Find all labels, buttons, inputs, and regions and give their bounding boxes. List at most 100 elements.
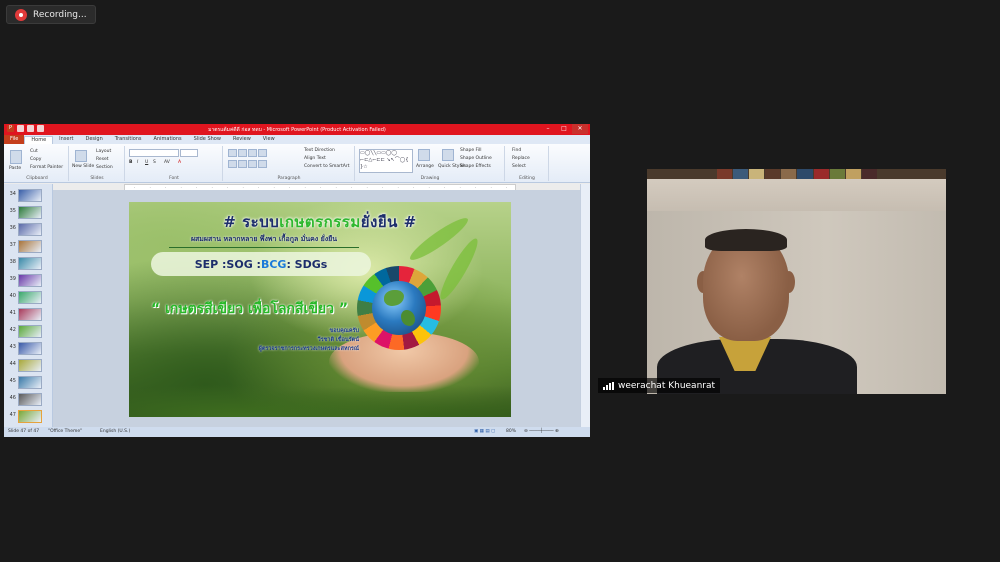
tab-animations[interactable]: Animations [148,135,188,144]
paste-button[interactable]: Paste [9,166,21,171]
reset-button[interactable]: Reset [96,157,109,162]
slides-label: Slides [90,176,104,181]
slide-thumbnail[interactable]: 41 [7,307,50,321]
slide-thumbnail[interactable]: 36 [7,222,50,236]
slide-title-suffix: ยั่งยืน # [360,213,417,231]
font-label: Font [169,176,179,181]
bullets-icon[interactable] [228,149,237,157]
slide-thumbnail[interactable]: 39 [7,273,50,287]
font-color-button[interactable]: A [178,160,181,165]
increase-indent-icon[interactable] [258,149,267,157]
tab-home[interactable]: Home [24,135,54,144]
slide-thumbnail-number: 40 [9,293,16,299]
paragraph-group: Text Direction Align Text Convert to Sma… [224,146,355,181]
bcg-label: BCG [260,257,287,271]
numbering-icon[interactable] [238,149,247,157]
font-size-select[interactable] [180,149,198,157]
section-button[interactable]: Section [96,165,113,170]
align-text-button[interactable]: Align Text [304,156,326,161]
close-button[interactable]: ✕ [572,124,588,134]
align-right-icon[interactable] [248,160,257,168]
convert-smartart-button[interactable]: Convert to SmartArt [304,164,349,169]
slide-thumbnails-pane[interactable]: 34 35 36 37 38 39 40 41 42 43 44 45 46 47 [4,184,53,427]
tab-view[interactable]: View [257,135,281,144]
status-bar: Slide 47 of 47 "Office Theme" English (U… [4,427,590,437]
editing-group: Find Replace Select Editing [506,146,549,181]
slide-thumbnail-image [18,359,42,372]
font-name-select[interactable] [129,149,179,157]
find-button[interactable]: Find [512,148,521,153]
maximize-button[interactable]: □ [556,124,572,134]
shape-outline-button[interactable]: Shape Outline [460,156,492,161]
underline-button[interactable]: U [145,160,148,165]
select-button[interactable]: Select [512,164,526,169]
format-painter-button[interactable]: Format Painter [30,165,63,170]
credit-name: วีรชาติ เขื่อนรัตน์ [317,337,359,343]
sdgs-label: : SDGs [286,257,328,271]
new-slide-button[interactable]: New Slide [72,164,94,169]
text-direction-button[interactable]: Text Direction [304,148,335,153]
sep-label: SEP : [194,257,227,271]
credit-position: ผู้ตรวจราชการกระทรวงเกษตรและสหกรณ์ [258,346,359,352]
slide-thumbnail-image [18,223,42,236]
slide-thumbnail[interactable]: 40 [7,290,50,304]
decrease-indent-icon[interactable] [248,149,257,157]
layout-button[interactable]: Layout [96,149,111,154]
arrange-icon[interactable] [418,149,430,161]
slide-thumbnail[interactable]: 45 [7,375,50,389]
paste-icon[interactable] [10,150,22,164]
tab-slide-show[interactable]: Slide Show [188,135,227,144]
shapes-gallery[interactable]: ▭◯╲╲▭▭◯◯ ⌐⊏△⌐⊏⊏ ↘↖⌒◯{ }☆ [359,149,413,173]
italic-button[interactable]: I [137,160,138,165]
slide-thumbnail[interactable]: 42 [7,324,50,338]
recording-indicator[interactable]: Recording... [6,5,96,24]
arrange-button[interactable]: Arrange [416,164,434,169]
shape-effects-button[interactable]: Shape Effects [460,164,491,169]
slides-group: New Slide Layout Reset Section Slides [70,146,125,181]
vertical-scrollbar[interactable] [580,184,590,427]
shape-fill-button[interactable]: Shape Fill [460,148,482,153]
participant-video[interactable] [647,169,946,394]
zoom-slider[interactable]: ⊖ ────┼──── ⊕ [524,429,559,434]
copy-button[interactable]: Copy [30,157,41,162]
font-group: B I U S AV A Font [126,146,223,181]
tab-transitions[interactable]: Transitions [109,135,148,144]
signal-strength-icon [603,381,614,390]
minimize-button[interactable]: – [540,124,556,134]
strikethrough-button[interactable]: S [153,160,156,165]
participant-name-tag: weerachat Khueanrat [598,378,721,393]
slide-thumbnail[interactable]: 43 [7,341,50,355]
justify-icon[interactable] [258,160,267,168]
slide-thumbnail[interactable]: 37 [7,239,50,253]
ribbon-tabs: File Home Insert Design Transitions Anim… [4,135,590,144]
zoom-level[interactable]: 80% [506,429,516,434]
language[interactable]: English (U.S.) [100,429,130,434]
slide-thumbnail[interactable]: 47 [7,409,50,423]
new-slide-icon[interactable] [75,150,87,162]
slide-thumbnail[interactable]: 34 [7,188,50,202]
current-slide[interactable]: # ระบบเกษตรกรรมยั่งยืน # ผสมผสาน หลากหลา… [129,202,511,417]
replace-button[interactable]: Replace [512,156,530,161]
slide-thumbnail[interactable]: 46 [7,392,50,406]
char-spacing-button[interactable]: AV [164,160,170,165]
align-center-icon[interactable] [238,160,247,168]
quick-styles-icon[interactable] [442,149,454,161]
slide-thumbnail-number: 36 [9,225,16,231]
view-buttons-icon[interactable]: ▣ ▦ ▤ ▢ [474,429,495,434]
tab-insert[interactable]: Insert [53,135,79,144]
tab-review[interactable]: Review [227,135,257,144]
paragraph-label: Paragraph [277,176,301,181]
slide-thumbnail[interactable]: 35 [7,205,50,219]
drawing-label: Drawing [420,176,440,181]
align-left-icon[interactable] [228,160,237,168]
slide-thumbnail[interactable]: 44 [7,358,50,372]
cloud-record-icon [15,8,27,21]
credit-thanks: ขอบคุณครับ [329,328,359,334]
slide-slogan: “ เกษตรสีเขียว เพื่อโลกสีเขียว ” [151,301,349,317]
tab-design[interactable]: Design [79,135,108,144]
bold-button[interactable]: B [129,160,132,165]
slide-thumbnail[interactable]: 38 [7,256,50,270]
tab-file[interactable]: File [4,135,25,144]
slide-thumbnail-image [18,308,42,321]
cut-button[interactable]: Cut [30,149,38,154]
